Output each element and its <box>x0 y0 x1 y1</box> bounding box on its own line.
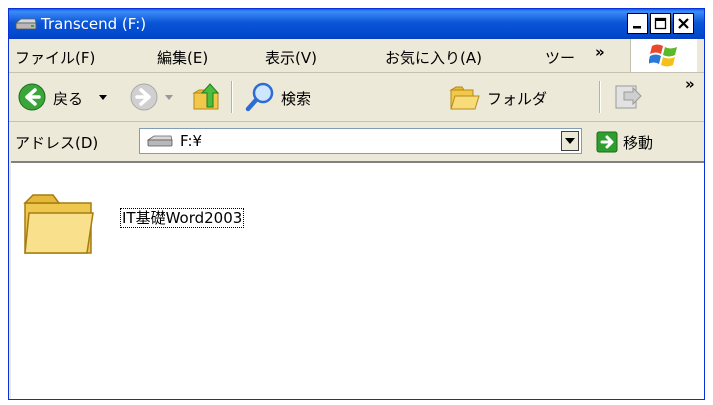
toolbar-overflow-chevron[interactable]: » <box>685 75 695 93</box>
search-label: 検索 <box>281 90 312 108</box>
go-label: 移動 <box>623 134 654 152</box>
removable-drive-icon <box>146 135 173 147</box>
forward-arrow-icon <box>130 83 158 111</box>
menu-view[interactable]: 表示(V) <box>265 47 317 68</box>
move-to-icon <box>615 85 642 109</box>
search-button[interactable]: 検索 <box>239 79 339 115</box>
address-label: アドレス(D) <box>15 134 99 152</box>
back-button[interactable]: 戻る <box>13 79 123 115</box>
menu-tools[interactable]: ツー <box>545 47 575 68</box>
title-bar[interactable]: Transcend (F:) <box>9 9 704 39</box>
toolbar-separator <box>231 81 233 113</box>
standard-toolbar: 戻る 検索 フォルダ » <box>9 73 704 122</box>
minimize-icon <box>633 26 641 29</box>
up-folder-icon <box>192 83 220 110</box>
file-list-pane[interactable]: IT基礎Word2003 <box>11 161 704 399</box>
menu-file[interactable]: ファイル(F) <box>15 47 95 68</box>
address-value: F:¥ <box>180 132 203 150</box>
windows-logo-area <box>630 39 697 72</box>
forward-button[interactable] <box>127 79 183 115</box>
address-dropdown-button[interactable] <box>561 131 579 151</box>
close-button[interactable] <box>673 13 694 34</box>
folders-icon <box>449 86 480 110</box>
minimize-button[interactable] <box>627 13 648 34</box>
window-title: Transcend (F:) <box>41 15 147 33</box>
maximize-button[interactable] <box>650 13 671 34</box>
menu-favorites[interactable]: お気に入り(A) <box>385 47 482 68</box>
maximize-icon <box>654 17 667 30</box>
menu-bar: ファイル(F) 編集(E) 表示(V) お気に入り(A) ツー » <box>9 39 704 73</box>
folders-label: フォルダ <box>487 90 548 108</box>
up-button[interactable] <box>187 79 227 115</box>
folder-name-label[interactable]: IT基礎Word2003 <box>120 208 245 228</box>
folders-button[interactable]: フォルダ <box>443 79 593 115</box>
address-bar: アドレス(D) F:¥ 移動 <box>9 122 704 160</box>
chevron-down-icon <box>565 138 575 144</box>
back-arrow-icon <box>18 83 46 111</box>
close-icon <box>678 18 689 29</box>
menu-overflow-chevron[interactable]: » <box>595 43 605 61</box>
explorer-window: Transcend (F:) ファイル(F) 編集(E) 表示(V) お気に入り… <box>8 8 705 400</box>
go-button[interactable]: 移動 <box>594 128 704 156</box>
move-to-button[interactable] <box>609 79 649 115</box>
go-arrow-icon <box>596 131 618 153</box>
forward-dropdown-icon[interactable] <box>165 95 173 101</box>
toolbar-separator <box>599 81 601 113</box>
address-input[interactable]: F:¥ <box>139 128 582 154</box>
back-label: 戻る <box>53 90 84 108</box>
search-magnifier-icon <box>245 82 274 112</box>
windows-logo-icon <box>649 44 677 67</box>
folder-icon <box>23 194 94 254</box>
menu-edit[interactable]: 編集(E) <box>157 47 208 68</box>
removable-drive-icon <box>15 18 37 30</box>
back-dropdown-icon[interactable] <box>99 95 107 101</box>
